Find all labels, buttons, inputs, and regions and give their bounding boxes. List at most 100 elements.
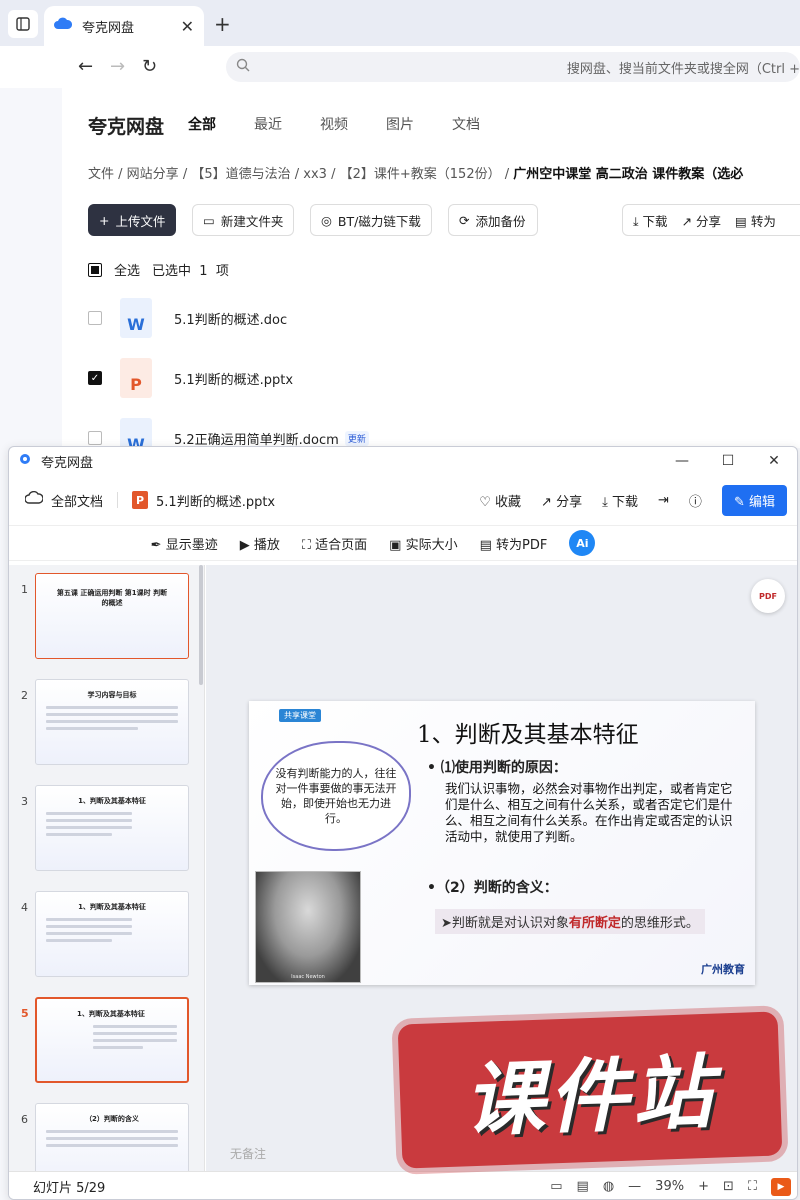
download-button[interactable]: ⤓ 下载: [602, 491, 638, 510]
top-nav: 全部 最近 视频 图片 文档: [188, 114, 480, 134]
minimize-icon[interactable]: —: [659, 447, 705, 475]
actual-size-icon: ▣: [389, 537, 402, 553]
thumb-title: （2）判断的含义: [85, 1115, 139, 1123]
feedback-icon[interactable]: ⓘ: [689, 491, 702, 510]
share-button[interactable]: ↗ 分享: [541, 491, 582, 510]
selection-row: 全选 已选中 1 项: [88, 260, 229, 279]
file-row[interactable]: ✓ P 5.1判断的概述.pptx: [88, 356, 293, 400]
crumb-share[interactable]: 网站分享: [127, 167, 179, 182]
select-all-checkbox[interactable]: [88, 262, 102, 277]
address-bar[interactable]: 搜网盘、搜当前文件夹或搜全网（Ctrl +: [226, 52, 800, 82]
file-checkbox[interactable]: [88, 431, 102, 445]
fit-icon: ⛶: [301, 537, 311, 553]
fullscreen-icon[interactable]: ⛶: [748, 1179, 757, 1194]
slide-thumbnails: 1 第五课 正确运用判断 第1课时 判断的概述 2 学习内容与目标 3 1、判断…: [9, 565, 205, 1171]
file-checkbox[interactable]: ✓: [88, 371, 102, 385]
forward-icon[interactable]: →: [110, 56, 125, 77]
file-name[interactable]: 5.1判断的概述.pptx: [174, 369, 293, 388]
add-backup-button[interactable]: ⟳ 添加备份: [448, 204, 538, 236]
file-row[interactable]: W 5.1判断的概述.doc: [88, 296, 287, 340]
to-pdf-button[interactable]: ▤ 转为PDF: [480, 534, 548, 553]
thumbnail-item[interactable]: 3 1、判断及其基本特征: [9, 785, 204, 871]
nav-image[interactable]: 图片: [386, 114, 414, 134]
fit-page-button[interactable]: ⛶ 适合页面: [302, 534, 367, 553]
thumbnail-preview[interactable]: 学习内容与目标: [35, 679, 189, 765]
app-logo-icon: [19, 453, 31, 469]
crumb-courseware[interactable]: 【2】课件+教案（152份）: [340, 167, 501, 182]
thumbnail-preview[interactable]: 1、判断及其基本特征: [35, 997, 189, 1083]
thumb-number: 6: [21, 1113, 28, 1126]
actual-size-button[interactable]: ▣ 实际大小: [389, 534, 457, 553]
browser-tab[interactable]: 夸克网盘 ✕: [44, 6, 204, 46]
upload-label: 上传文件: [115, 213, 166, 229]
screen: 夸克网盘 ✕ + ← → ↻ 搜网盘、搜当前文件夹或搜全网（Ctrl + 夸克网…: [0, 0, 800, 1200]
thumbnail-preview[interactable]: （2）判断的含义: [35, 1103, 189, 1171]
selection-actions: ⤓ 下载 ↗ 分享 ▤ 转为: [622, 204, 800, 236]
web-view-icon[interactable]: ◍: [603, 1179, 614, 1194]
normal-view-icon[interactable]: ▭: [550, 1179, 562, 1194]
notes-view-icon[interactable]: ▤: [577, 1179, 589, 1194]
thumbnail-item[interactable]: 1 第五课 正确运用判断 第1课时 判断的概述: [9, 573, 204, 659]
thumbnail-item-active[interactable]: 5 1、判断及其基本特征: [9, 997, 204, 1083]
thumbnail-preview[interactable]: 1、判断及其基本特征: [35, 785, 189, 871]
nav-recent[interactable]: 最近: [254, 114, 282, 134]
pen-icon: ✎: [733, 495, 745, 510]
back-icon[interactable]: ←: [78, 56, 93, 77]
tab-actions-icon[interactable]: [8, 10, 38, 38]
zoom-in-icon[interactable]: +: [698, 1179, 709, 1194]
fit-window-icon[interactable]: ⊡: [723, 1179, 734, 1194]
ai-assistant-button[interactable]: Ai: [569, 530, 596, 556]
share-action[interactable]: ↗ 分享: [682, 211, 721, 230]
maximize-icon[interactable]: ☐: [705, 447, 751, 475]
nav-all[interactable]: 全部: [188, 114, 216, 134]
new-folder-button[interactable]: ▭ 新建文件夹: [192, 204, 294, 236]
crumb-files[interactable]: 文件: [88, 167, 114, 182]
close-window-icon[interactable]: ✕: [751, 447, 797, 475]
nav-doc[interactable]: 文档: [452, 114, 480, 134]
reload-icon[interactable]: ↻: [142, 56, 157, 77]
nav-video[interactable]: 视频: [320, 114, 348, 134]
definition-pre: ➤判断就是对认识对象: [441, 916, 569, 931]
thumb-lines: [93, 1025, 177, 1053]
new-folder-label: 新建文件夹: [220, 213, 284, 229]
notes-placeholder[interactable]: 无备注: [230, 1145, 266, 1162]
thumbnail-preview[interactable]: 1、判断及其基本特征: [35, 891, 189, 977]
all-docs-link[interactable]: 全部文档: [51, 491, 103, 510]
fit-label: 适合页面: [315, 537, 368, 553]
new-tab-icon[interactable]: +: [214, 12, 231, 36]
share-icon: ↗: [541, 495, 552, 510]
play-button[interactable]: ▶ 播放: [240, 534, 280, 553]
thumb-lines: [46, 1130, 178, 1151]
crumb-xx3[interactable]: xx3: [303, 167, 327, 182]
share-label: 分享: [556, 495, 583, 510]
slideshow-play-icon[interactable]: ▶: [771, 1177, 791, 1196]
save-to-icon[interactable]: ⇥: [658, 493, 669, 508]
edit-button[interactable]: ✎ 编辑: [721, 485, 787, 516]
ink-toggle[interactable]: ✒ 显示墨迹: [151, 534, 218, 553]
bt-download-button[interactable]: ◎ BT/磁力链下载: [310, 204, 432, 236]
convert-pdf-float-icon[interactable]: PDF: [751, 579, 785, 613]
thumb-lines: [46, 918, 178, 946]
drive-page: 夸克网盘 全部 最近 视频 图片 文档 文件 / 网站分享 / 【5】道德与法治…: [62, 88, 800, 458]
select-all-label[interactable]: 全选: [114, 260, 140, 279]
thumbnail-item[interactable]: 2 学习内容与目标: [9, 679, 204, 765]
file-name[interactable]: 5.2正确运用简单判断.docm: [174, 429, 339, 448]
search-icon: [236, 58, 250, 76]
crumb-law[interactable]: 【5】道德与法治: [191, 167, 290, 182]
thumbnail-preview[interactable]: 第五课 正确运用判断 第1课时 判断的概述: [35, 573, 189, 659]
file-checkbox[interactable]: [88, 311, 102, 325]
download-action[interactable]: ⤓ 下载: [633, 211, 668, 230]
tab-close-icon[interactable]: ✕: [181, 17, 194, 36]
thumbnail-item[interactable]: 6 （2）判断的含义: [9, 1103, 204, 1171]
thumb-number: 5: [21, 1007, 29, 1020]
file-name[interactable]: 5.1判断的概述.doc: [174, 309, 287, 328]
ink-icon: ✒: [150, 537, 162, 553]
upload-button[interactable]: + 上传文件: [88, 204, 176, 236]
browser-tabbar: 夸克网盘 ✕ +: [0, 0, 800, 46]
zoom-out-icon[interactable]: —: [628, 1179, 641, 1194]
collect-button[interactable]: ♡ 收藏: [479, 491, 521, 510]
bt-icon: ◎: [321, 212, 332, 228]
ppt-file-icon: P: [120, 358, 152, 398]
thumbnail-item[interactable]: 4 1、判断及其基本特征: [9, 891, 204, 977]
convert-action[interactable]: ▤ 转为: [735, 211, 776, 230]
